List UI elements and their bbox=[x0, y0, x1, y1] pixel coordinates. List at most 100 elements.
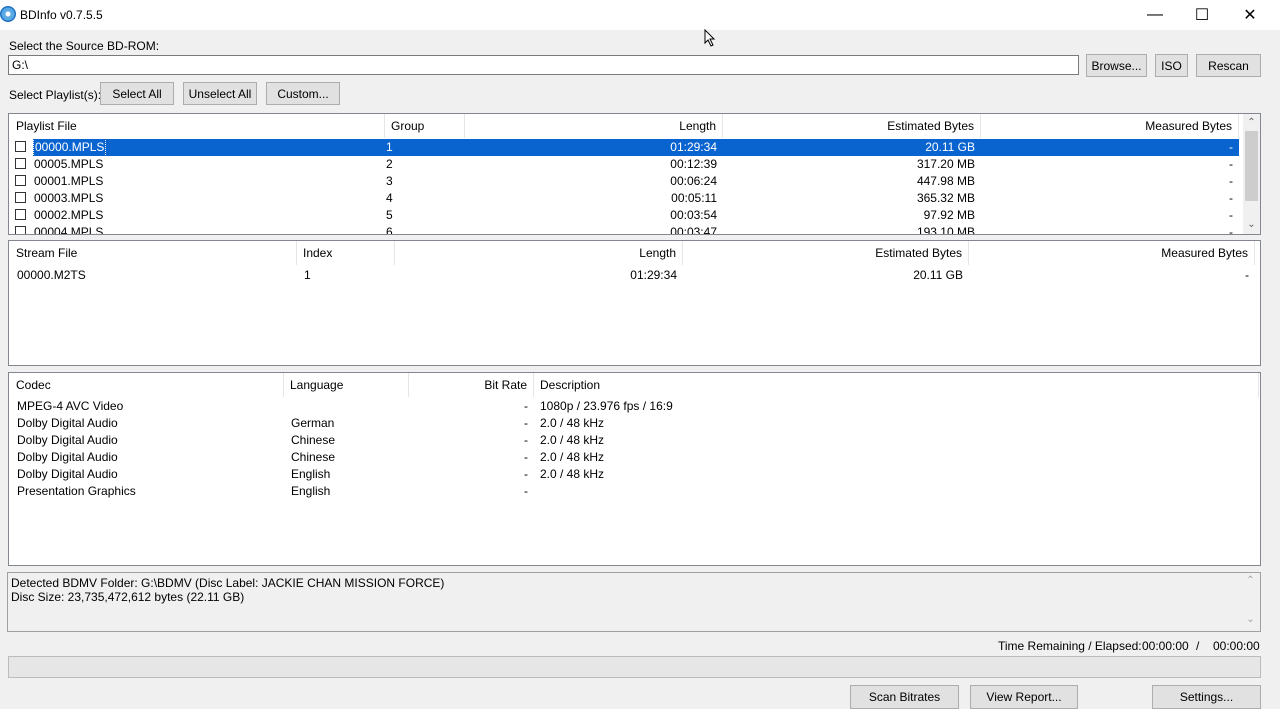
playlist-length: 00:03:54 bbox=[670, 208, 717, 222]
col-bit-rate[interactable]: Bit Rate bbox=[409, 373, 534, 397]
playlist-meas-bytes: - bbox=[1229, 208, 1233, 222]
playlist-file: 00005.MPLS bbox=[34, 157, 104, 171]
playlist-list[interactable]: Playlist File Group Length Estimated Byt… bbox=[8, 113, 1261, 235]
scroll-thumb[interactable] bbox=[1245, 131, 1258, 201]
view-report-button[interactable]: View Report... bbox=[970, 685, 1078, 709]
codec-bitrate: - bbox=[524, 484, 528, 498]
maximize-icon[interactable]: ☐ bbox=[1179, 0, 1225, 30]
codec-description: 2.0 / 48 kHz bbox=[540, 450, 605, 464]
codec-description: 2.0 / 48 kHz bbox=[540, 416, 605, 430]
stream-row[interactable]: 00000.M2TS 1 01:29:34 20.11 GB - bbox=[9, 267, 1259, 284]
close-icon[interactable]: ✕ bbox=[1227, 0, 1273, 30]
scan-bitrates-button[interactable]: Scan Bitrates bbox=[850, 685, 959, 709]
select-all-button[interactable]: Select All bbox=[100, 82, 174, 105]
playlist-checkbox[interactable] bbox=[15, 175, 26, 186]
window-title: BDInfo v0.7.5.5 bbox=[20, 8, 103, 22]
codec-list[interactable]: Codec Language Bit Rate Description MPEG… bbox=[8, 372, 1261, 566]
settings-button[interactable]: Settings... bbox=[1152, 685, 1261, 709]
col-length[interactable]: Length bbox=[465, 114, 723, 138]
playlist-file: 00000.MPLS bbox=[32, 138, 107, 157]
codec-language: Chinese bbox=[291, 450, 336, 464]
playlist-row[interactable]: 00003.MPLS 4 00:05:11 365.32 MB - bbox=[9, 190, 1239, 207]
playlist-scrollbar[interactable]: ⌃ ⌄ bbox=[1243, 114, 1260, 234]
col-playlist-file[interactable]: Playlist File bbox=[10, 114, 385, 138]
disc-info-line1: Detected BDMV Folder: G:\BDMV (Disc Labe… bbox=[11, 576, 445, 590]
codec-row[interactable]: Dolby Digital Audio Chinese - 2.0 / 48 k… bbox=[9, 432, 1259, 449]
stream-meas-bytes: - bbox=[1245, 268, 1249, 282]
col-group[interactable]: Group bbox=[385, 114, 465, 138]
col-estimated-bytes[interactable]: Estimated Bytes bbox=[723, 114, 981, 138]
info-scroll-up-icon[interactable]: ⌃ bbox=[1243, 575, 1258, 590]
col-estimated-bytes[interactable]: Estimated Bytes bbox=[683, 241, 969, 265]
disc-info-line2: Disc Size: 23,735,472,612 bytes (22.11 G… bbox=[11, 590, 245, 604]
col-codec[interactable]: Codec bbox=[10, 373, 284, 397]
bdinfo-app-icon bbox=[0, 6, 16, 22]
playlist-file: 00003.MPLS bbox=[34, 191, 104, 205]
playlist-row[interactable]: 00005.MPLS 2 00:12:39 317.20 MB - bbox=[9, 156, 1239, 173]
codec-row[interactable]: Dolby Digital Audio German - 2.0 / 48 kH… bbox=[9, 415, 1259, 432]
playlist-est-bytes: 193.10 MB bbox=[916, 225, 975, 235]
scroll-down-icon[interactable]: ⌄ bbox=[1243, 216, 1260, 233]
info-scroll-down-icon[interactable]: ⌄ bbox=[1243, 614, 1258, 629]
playlist-meas-bytes: - bbox=[1229, 174, 1233, 188]
playlist-checkbox[interactable] bbox=[15, 158, 26, 169]
playlist-est-bytes: 20.11 GB bbox=[925, 140, 975, 154]
playlist-row[interactable]: 00004.MPLS 6 00:03:47 193.10 MB - bbox=[9, 224, 1239, 235]
playlist-row[interactable]: 00001.MPLS 3 00:06:24 447.98 MB - bbox=[9, 173, 1239, 190]
col-measured-bytes[interactable]: Measured Bytes bbox=[969, 241, 1255, 265]
stream-length: 01:29:34 bbox=[630, 268, 677, 282]
rescan-button[interactable]: Rescan bbox=[1196, 54, 1261, 77]
playlist-est-bytes: 447.98 MB bbox=[916, 174, 975, 188]
stream-file: 00000.M2TS bbox=[17, 268, 86, 282]
codec-name: Dolby Digital Audio bbox=[17, 450, 118, 464]
playlist-checkbox[interactable] bbox=[15, 192, 26, 203]
codec-language: English bbox=[291, 467, 331, 481]
title-bar bbox=[0, 0, 1280, 30]
minimize-icon[interactable]: — bbox=[1132, 0, 1178, 30]
playlist-checkbox[interactable] bbox=[15, 141, 26, 152]
codec-name: Dolby Digital Audio bbox=[17, 467, 118, 481]
playlist-row[interactable]: 00002.MPLS 5 00:03:54 97.92 MB - bbox=[9, 207, 1239, 224]
codec-description: 2.0 / 48 kHz bbox=[540, 467, 605, 481]
disc-info-textarea[interactable]: Detected BDMV Folder: G:\BDMV (Disc Labe… bbox=[7, 572, 1261, 632]
col-length[interactable]: Length bbox=[395, 241, 683, 265]
playlist-group: 2 bbox=[386, 157, 393, 171]
time-elapsed-value: 00:00:00 bbox=[1213, 639, 1260, 653]
col-description[interactable]: Description bbox=[534, 373, 1259, 397]
codec-row[interactable]: Presentation Graphics English - bbox=[9, 483, 1259, 500]
stream-list[interactable]: Stream File Index Length Estimated Bytes… bbox=[8, 240, 1261, 366]
playlist-checkbox[interactable] bbox=[15, 209, 26, 220]
codec-row[interactable]: Dolby Digital Audio Chinese - 2.0 / 48 k… bbox=[9, 449, 1259, 466]
select-playlists-label: Select Playlist(s): bbox=[9, 88, 102, 102]
col-measured-bytes[interactable]: Measured Bytes bbox=[981, 114, 1239, 138]
iso-button[interactable]: ISO bbox=[1155, 54, 1188, 77]
playlist-est-bytes: 97.92 MB bbox=[923, 208, 975, 222]
codec-language: German bbox=[291, 416, 335, 430]
scroll-up-icon[interactable]: ⌃ bbox=[1243, 114, 1260, 131]
col-index[interactable]: Index bbox=[297, 241, 395, 265]
col-language[interactable]: Language bbox=[284, 373, 409, 397]
playlist-group: 5 bbox=[386, 208, 393, 222]
stream-index: 1 bbox=[304, 268, 311, 282]
codec-name: Presentation Graphics bbox=[17, 484, 136, 498]
playlist-checkbox[interactable] bbox=[15, 226, 26, 234]
browse-button[interactable]: Browse... bbox=[1086, 54, 1147, 77]
playlist-meas-bytes: - bbox=[1229, 225, 1233, 235]
source-path-input[interactable]: G:\ bbox=[8, 55, 1079, 75]
codec-row[interactable]: MPEG-4 AVC Video - 1080p / 23.976 fps / … bbox=[9, 398, 1259, 415]
playlist-group: 4 bbox=[386, 191, 393, 205]
codec-description: 1080p / 23.976 fps / 16:9 bbox=[540, 399, 673, 413]
codec-name: MPEG-4 AVC Video bbox=[17, 399, 124, 413]
unselect-all-button[interactable]: Unselect All bbox=[183, 82, 257, 105]
codec-bitrate: - bbox=[524, 416, 528, 430]
playlist-length: 00:03:47 bbox=[670, 225, 717, 235]
playlist-group: 3 bbox=[386, 174, 393, 188]
codec-language: English bbox=[291, 484, 331, 498]
col-stream-file[interactable]: Stream File bbox=[10, 241, 297, 265]
custom-button[interactable]: Custom... bbox=[266, 82, 340, 105]
codec-row[interactable]: Dolby Digital Audio English - 2.0 / 48 k… bbox=[9, 466, 1259, 483]
playlist-row[interactable]: 00000.MPLS 1 01:29:34 20.11 GB - bbox=[9, 138, 1239, 157]
codec-bitrate: - bbox=[524, 399, 528, 413]
playlist-file: 00002.MPLS bbox=[34, 208, 104, 222]
codec-name: Dolby Digital Audio bbox=[17, 433, 118, 447]
